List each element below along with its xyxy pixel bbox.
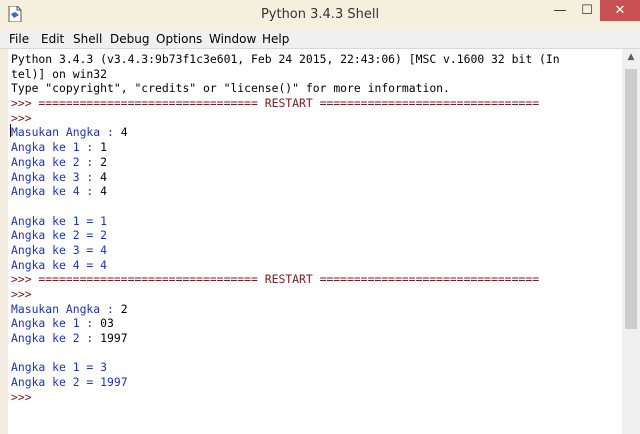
shell-prompt: >>> (11, 389, 39, 404)
shell-line: tel)] on win32 (11, 67, 560, 82)
program-output: Angka ke 2 : (11, 331, 101, 346)
program-output: Angka ke 2 = 2 (11, 228, 108, 243)
menu-window[interactable]: Window (209, 32, 256, 46)
shell-line: >>> (11, 111, 560, 126)
window-title: Python 3.4.3 Shell (260, 7, 380, 22)
program-output: Angka ke 2 = 1997 (11, 375, 128, 390)
shell-line: Angka ke 2 : 2 (11, 155, 560, 170)
user-input: 2 (120, 301, 128, 316)
shell-line: Masukan Angka : 2 (11, 302, 560, 317)
menu-debug[interactable]: Debug (110, 32, 149, 46)
program-output: Angka ke 2 : (11, 154, 101, 169)
user-input: 4 (100, 169, 108, 184)
shell-line: Angka ke 1 : 03 (11, 316, 560, 331)
menu-bar: File Edit Shell Debug Options Window Hel… (0, 30, 640, 49)
shell-line: Angka ke 1 = 3 (11, 360, 560, 375)
shell-prompt: >>> (11, 110, 39, 125)
shell-prompt: >>> (11, 287, 39, 301)
shell-line: Angka ke 1 = 1 (11, 214, 560, 229)
menu-shell[interactable]: Shell (73, 32, 102, 46)
user-input: 1 (100, 140, 108, 155)
shell-line: Type "copyright", "credits" or "license(… (11, 81, 560, 96)
program-output: Angka ke 1 = 3 (11, 360, 108, 375)
program-output: Angka ke 4 = 4 (11, 257, 108, 272)
title-bar[interactable]: Python 3.4.3 Shell — ☐ ✕ (0, 0, 640, 31)
idle-shell-window: Python 3.4.3 Shell — ☐ ✕ File Edit Shell… (0, 0, 640, 434)
shell-text-area[interactable]: Python 3.4.3 (v3.4.3:9b73f1c3e601, Feb 2… (8, 49, 622, 434)
minimize-button[interactable]: — (546, 0, 574, 21)
program-output: Masukan Angka : (11, 125, 121, 140)
user-input: 4 (100, 184, 108, 199)
menu-edit[interactable]: Edit (41, 32, 64, 46)
user-input: 2 (100, 154, 108, 169)
close-button[interactable]: ✕ (600, 0, 640, 21)
shell-line: >>> ================================ RES… (11, 272, 560, 287)
shell-output: Python 3.4.3 (v3.4.3:9b73f1c3e601, Feb 2… (11, 52, 560, 405)
user-input: 1997 (100, 331, 128, 346)
shell-line: Angka ke 2 = 1997 (11, 375, 560, 390)
shell-line: Angka ke 2 = 2 (11, 228, 560, 243)
program-output: Angka ke 3 = 4 (11, 242, 108, 257)
vertical-scrollbar[interactable]: ▲ (622, 49, 640, 434)
program-output: Angka ke 1 : (11, 316, 101, 331)
program-output: Angka ke 1 = 1 (11, 213, 108, 228)
banner-text: tel)] on win32 (11, 66, 108, 81)
program-output: Angka ke 1 : (11, 140, 101, 155)
shell-line: Python 3.4.3 (v3.4.3:9b73f1c3e601, Feb 2… (11, 52, 560, 67)
scroll-up-arrow-icon[interactable]: ▲ (622, 49, 640, 66)
banner-text: Type "copyright", "credits" or "license(… (11, 81, 450, 96)
text-cursor (10, 124, 11, 137)
scroll-thumb[interactable] (625, 69, 637, 329)
user-input: 03 (100, 316, 114, 331)
shell-line: Angka ke 2 : 1997 (11, 331, 560, 346)
maximize-button[interactable]: ☐ (574, 0, 600, 21)
shell-line: Angka ke 4 = 4 (11, 258, 560, 273)
shell-line: Angka ke 4 : 4 (11, 184, 560, 199)
shell-line: >>> (11, 287, 560, 302)
shell-line: Angka ke 3 : 4 (11, 170, 560, 185)
menu-file[interactable]: File (9, 32, 29, 46)
shell-line: Angka ke 3 = 4 (11, 243, 560, 258)
program-output: Masukan Angka : (11, 301, 121, 316)
program-output: Angka ke 3 : (11, 169, 101, 184)
menu-options[interactable]: Options (156, 32, 202, 46)
shell-line: >>> (11, 390, 560, 405)
shell-line: >>> ================================ RES… (11, 96, 560, 111)
user-input: 4 (120, 125, 128, 140)
shell-prompt: >>> ================================ RES… (11, 96, 540, 111)
menu-help[interactable]: Help (262, 32, 289, 46)
shell-prompt: >>> ================================ RES… (11, 272, 540, 287)
program-output: Angka ke 4 : (11, 184, 101, 199)
shell-line: Angka ke 1 : 1 (11, 140, 560, 155)
banner-text: Python 3.4.3 (v3.4.3:9b73f1c3e601, Feb 2… (11, 52, 560, 66)
shell-line: Masukan Angka : 4 (11, 125, 560, 140)
